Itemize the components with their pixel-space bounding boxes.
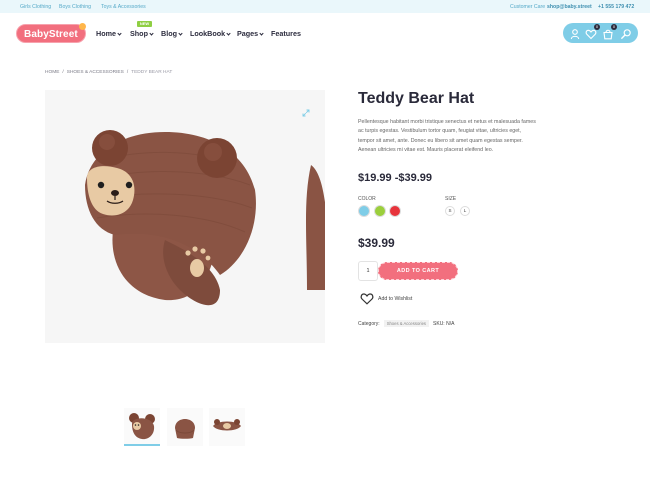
topbar-link-toys[interactable]: Toys & Accessories: [101, 4, 146, 10]
nav-item-blog[interactable]: Blog: [161, 29, 183, 38]
product-title: Teddy Bear Hat: [358, 90, 475, 107]
topbar-email[interactable]: shop@baby.street: [547, 4, 592, 10]
thumbnail-side-image: [175, 419, 195, 439]
nav-item-features[interactable]: Features: [271, 29, 301, 38]
topbar-phone[interactable]: +1 555 179 472: [598, 4, 634, 10]
nav-item-pages[interactable]: Pages: [237, 29, 264, 38]
nav-item-home[interactable]: Home: [96, 29, 122, 38]
color-swatch-blue[interactable]: [358, 205, 370, 217]
customer-care-label: Customer Care: [510, 3, 546, 10]
breadcrumb-separator: /: [62, 70, 64, 75]
breadcrumb-current: Teddy Bear Hat: [131, 70, 173, 75]
wishlist-icon[interactable]: 0: [585, 24, 600, 40]
breadcrumb-separator: /: [126, 70, 129, 75]
quantity-input[interactable]: 1: [358, 261, 378, 281]
breadcrumb-home[interactable]: Home: [45, 70, 59, 75]
account-icon[interactable]: [569, 27, 581, 40]
chevron-down-icon: [117, 30, 122, 36]
add-to-cart-button[interactable]: ADD TO CART: [378, 262, 458, 280]
thumbnail-flat-image: [213, 419, 241, 431]
selected-price: $39.99: [358, 236, 395, 250]
category-label: Category:: [358, 321, 380, 327]
nav-item-shop[interactable]: Shop: [130, 29, 154, 38]
sku-value: N/A: [446, 321, 455, 327]
brand-logo[interactable]: BabyStreet: [16, 23, 86, 43]
topbar-link-girls[interactable]: Girls Clothing: [20, 4, 51, 10]
size-option-s[interactable]: S: [445, 206, 455, 216]
product-meta: Category: Shoes & Accessories SKU: N/A: [358, 320, 454, 327]
sku-label: SKU:: [433, 321, 445, 327]
wishlist-label: Add to Wishlist: [378, 296, 413, 302]
chevron-down-icon: [149, 30, 154, 36]
chevron-down-icon: [226, 30, 231, 36]
header-icon-bar: 0 0: [563, 23, 638, 43]
breadcrumb-category[interactable]: Shoes & Accessories: [67, 70, 124, 75]
price-high: $39.99: [398, 172, 433, 184]
nav-item-lookbook[interactable]: LookBook: [190, 29, 231, 38]
color-label: Color: [358, 196, 376, 202]
chevron-down-icon: [178, 30, 183, 36]
cart-count-badge: 0: [611, 24, 617, 30]
shop-new-badge: NEW: [137, 21, 152, 27]
top-bar: Girls Clothing Boys Clothing Toys & Acce…: [0, 0, 650, 13]
topbar-link-boys[interactable]: Boys Clothing: [59, 4, 91, 10]
zoom-expand-icon[interactable]: [302, 104, 310, 117]
brand-name: BabyStreet: [24, 28, 78, 40]
color-swatch-green[interactable]: [374, 205, 386, 217]
add-to-wishlist-link[interactable]: Add to Wishlist: [360, 292, 412, 310]
color-swatch-red[interactable]: [389, 205, 401, 217]
cart-icon[interactable]: 0: [602, 24, 617, 40]
price-low: $19.99: [358, 172, 392, 184]
product-thumbnail[interactable]: [124, 408, 160, 446]
search-icon[interactable]: [620, 27, 632, 39]
category-tag[interactable]: Shoes & Accessories: [383, 320, 430, 327]
product-thumbnail[interactable]: [167, 408, 203, 446]
product-thumbnail[interactable]: [209, 408, 245, 446]
product-description: Pellentesque habitant morbi tristique se…: [358, 119, 536, 153]
wishlist-count-badge: 0: [594, 24, 600, 30]
product-main-image[interactable]: [45, 90, 325, 343]
thumbnail-front-image: [129, 413, 155, 440]
heart-icon: [360, 293, 374, 305]
logo-sun-icon: [79, 23, 86, 30]
chevron-down-icon: [259, 30, 264, 36]
size-option-l[interactable]: L: [460, 206, 470, 216]
teddy-bear-hat-image: [45, 90, 325, 343]
breadcrumb: Home / Shoes & Accessories / Teddy Bear Hat: [45, 70, 172, 75]
size-label: Size: [445, 196, 457, 202]
price-range: $19.99 -$39.99: [358, 172, 432, 184]
